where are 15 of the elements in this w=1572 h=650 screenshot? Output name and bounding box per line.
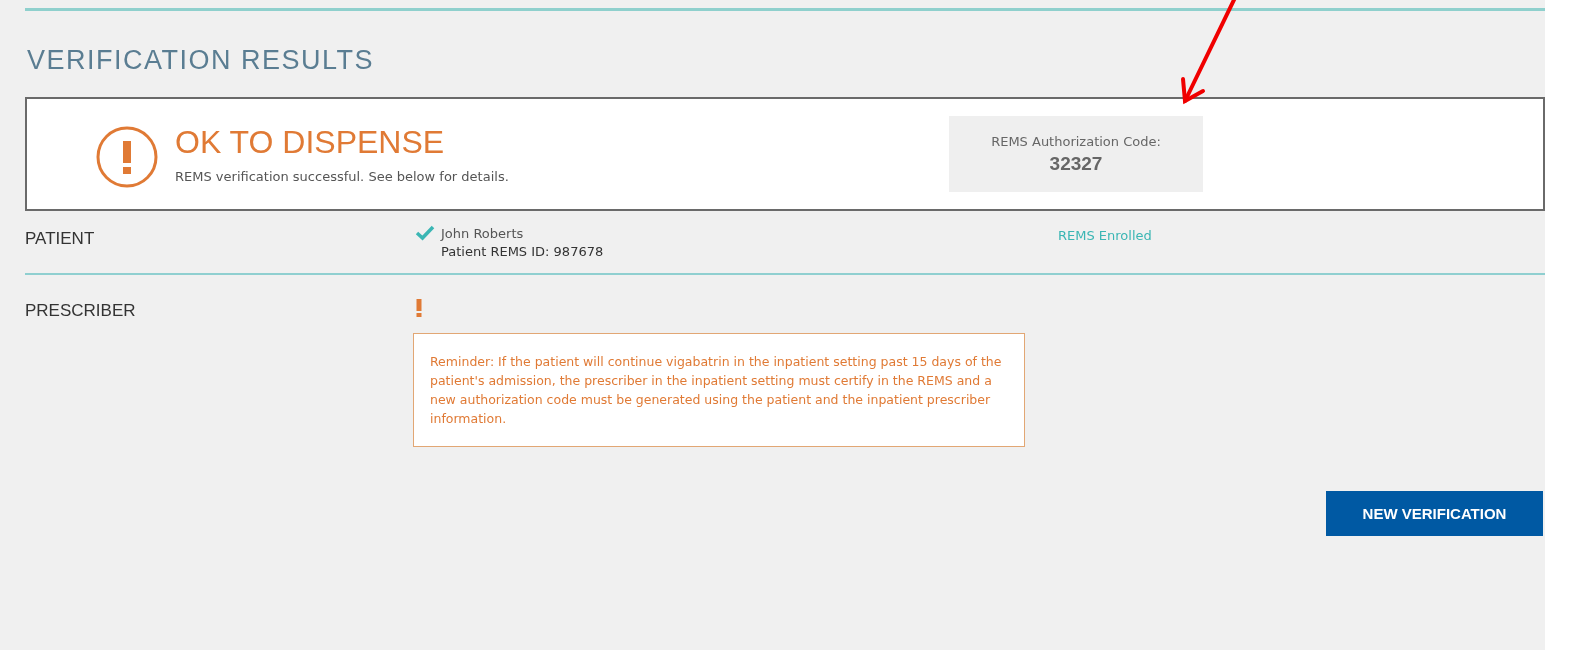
warning-icon xyxy=(416,299,422,317)
code-label: REMS Authorization Code: xyxy=(991,133,1161,149)
patient-id: Patient REMS ID: 987678 xyxy=(441,244,605,259)
authorization-code: 32327 xyxy=(1049,152,1103,175)
check-icon xyxy=(415,225,435,241)
result-status: OK TO DISPENSE xyxy=(175,124,446,161)
section-label: PATIENT xyxy=(25,228,96,250)
new-verification-button[interactable]: NEW VERIFICATION xyxy=(1326,491,1543,536)
reminder-note: Reminder: If the patient will continue vigabatrin in the inpatient setting past 15 days of the patient's admission, the prescriber in the inpatient setting must certify in the REMS and a new authorization code must be generated using the patient and the inpatient prescriber information. xyxy=(413,333,1025,447)
result-message: REMS verification successful. See below for details. xyxy=(175,169,510,184)
page-title: VERIFICATION RESULTS xyxy=(27,45,376,77)
alert-icon xyxy=(95,125,159,189)
patient-name: John Roberts xyxy=(441,225,524,241)
section-label: PRESCRIBER xyxy=(25,300,137,322)
enrollment-status: REMS Enrolled xyxy=(1058,228,1152,243)
